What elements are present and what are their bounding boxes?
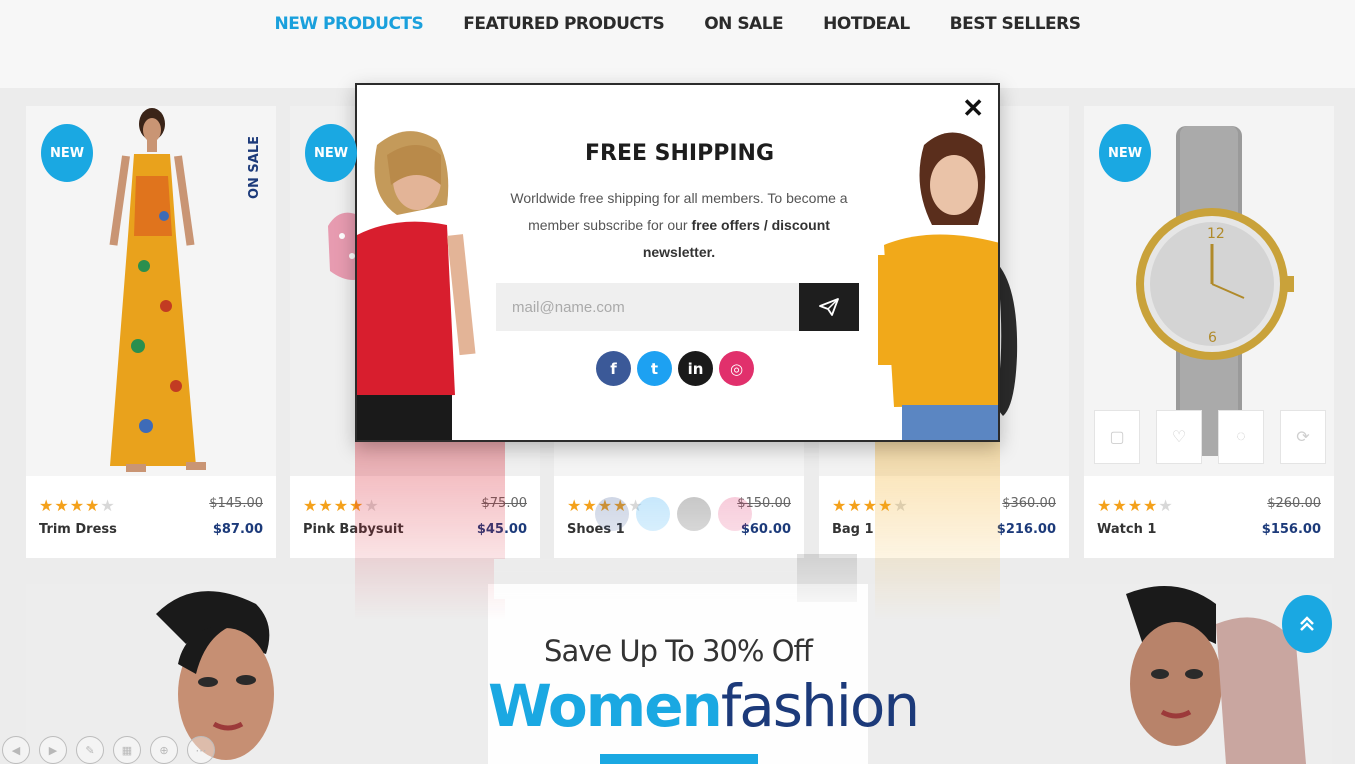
tab-hotdeal[interactable]: HOTDEAL <box>823 14 910 34</box>
tab-new-products[interactable]: NEW PRODUCTS <box>275 14 424 34</box>
on-sale-badge: ON SALE <box>247 136 262 200</box>
tab-on-sale[interactable]: ON SALE <box>704 14 783 34</box>
rating-stars: ★★★★★ <box>567 498 644 515</box>
product-actions: ▢ ♡ ◌ ⟳ <box>1094 410 1326 464</box>
new-badge: NEW <box>305 124 357 182</box>
new-badge: NEW <box>1099 124 1151 182</box>
email-field[interactable] <box>496 283 799 331</box>
rating-stars: ★★★★★ <box>39 498 116 515</box>
old-price: $145.00 <box>209 496 263 511</box>
product-info: ★★★★★ $360.00 Bag 1 $216.00 <box>819 476 1069 558</box>
price: $216.00 <box>996 522 1056 537</box>
product-name[interactable]: Shoes 1 <box>567 522 625 537</box>
newsletter-popup: ✕ FREE SHIPPING Worldwide free shipping … <box>355 83 1000 442</box>
product-name[interactable]: Pink Babysuit <box>303 522 404 537</box>
model-yellow-top-image <box>878 132 998 440</box>
zoom-icon[interactable]: ⊕ <box>150 736 178 764</box>
banner-title-rest: fashion <box>720 672 920 740</box>
product-card-watch-1[interactable]: 12 6 NEW ▢ ♡ ◌ ⟳ ★★★★★ $260.00 Watch 1 $… <box>1084 106 1334 558</box>
product-info: ★★★★★ $260.00 Watch 1 $156.00 <box>1084 476 1334 558</box>
product-name[interactable]: Watch 1 <box>1097 522 1156 537</box>
product-info: ★★★★★ $150.00 Shoes 1 $60.00 <box>554 476 804 558</box>
svg-text:12: 12 <box>1207 226 1225 242</box>
price: $156.00 <box>1261 522 1321 537</box>
price: $60.00 <box>740 522 791 537</box>
new-badge: NEW <box>41 124 93 182</box>
product-name[interactable]: Trim Dress <box>39 522 117 537</box>
svg-text:6: 6 <box>1208 330 1217 346</box>
instagram-icon[interactable]: ◎ <box>719 351 754 386</box>
facebook-icon[interactable]: f <box>596 351 631 386</box>
cart-icon[interactable]: ▢ <box>1094 410 1140 464</box>
close-icon[interactable]: ✕ <box>962 95 984 121</box>
twitter-icon[interactable]: t <box>637 351 672 386</box>
promo-banner: Save Up To 30% Off Womenfashion <box>26 584 1332 764</box>
prev-icon[interactable]: ◀ <box>2 736 30 764</box>
subscribe-button[interactable] <box>799 283 859 331</box>
old-price: $75.00 <box>481 496 528 511</box>
old-price: $260.00 <box>1267 496 1321 511</box>
rating-stars: ★★★★★ <box>303 498 380 515</box>
popup-description: Worldwide free shipping for all members.… <box>497 185 861 266</box>
shop-now-button[interactable] <box>600 754 758 764</box>
tab-featured-products[interactable]: FEATURED PRODUCTS <box>463 14 664 34</box>
product-card-trim-dress[interactable]: NEW ON SALE ★★★★★ $145.00 Trim Dress $87… <box>26 106 276 558</box>
product-name[interactable]: Bag 1 <box>832 522 874 537</box>
old-price: $150.00 <box>737 496 791 511</box>
banner-title: Womenfashion <box>488 672 920 740</box>
paper-plane-icon <box>819 298 839 316</box>
quickview-icon[interactable]: ◌ <box>1218 410 1264 464</box>
price: $45.00 <box>476 522 527 537</box>
popup-title: FREE SHIPPING <box>584 141 775 166</box>
wishlist-icon[interactable]: ♡ <box>1156 410 1202 464</box>
product-tabs: NEW PRODUCTS FEATURED PRODUCTS ON SALE H… <box>0 0 1355 88</box>
viewer-toolbar: ◀ ▶ ✎ ▦ ⊕ ⋯ <box>2 736 215 764</box>
rating-stars: ★★★★★ <box>832 498 909 515</box>
model-red-top-image <box>357 131 476 440</box>
tab-best-sellers[interactable]: BEST SELLERS <box>950 14 1081 34</box>
banner-subtitle: Save Up To 30% Off <box>544 634 813 668</box>
next-icon[interactable]: ▶ <box>39 736 67 764</box>
social-links: f t in ◎ <box>596 351 754 386</box>
slides-icon[interactable]: ▦ <box>113 736 141 764</box>
pen-icon[interactable]: ✎ <box>76 736 104 764</box>
rating-stars: ★★★★★ <box>1097 498 1174 515</box>
double-chevron-up-icon[interactable] <box>1282 595 1332 653</box>
linkedin-icon[interactable]: in <box>678 351 713 386</box>
banner-title-highlight: Women <box>488 672 723 740</box>
more-icon[interactable]: ⋯ <box>187 736 215 764</box>
product-info: ★★★★★ $75.00 Pink Babysuit $45.00 <box>290 476 540 558</box>
banner-text-panel: Save Up To 30% Off Womenfashion <box>488 584 920 764</box>
price: $87.00 <box>212 522 263 537</box>
old-price: $360.00 <box>1002 496 1056 511</box>
compare-icon[interactable]: ⟳ <box>1280 410 1326 464</box>
product-info: ★★★★★ $145.00 Trim Dress $87.00 <box>26 476 276 558</box>
